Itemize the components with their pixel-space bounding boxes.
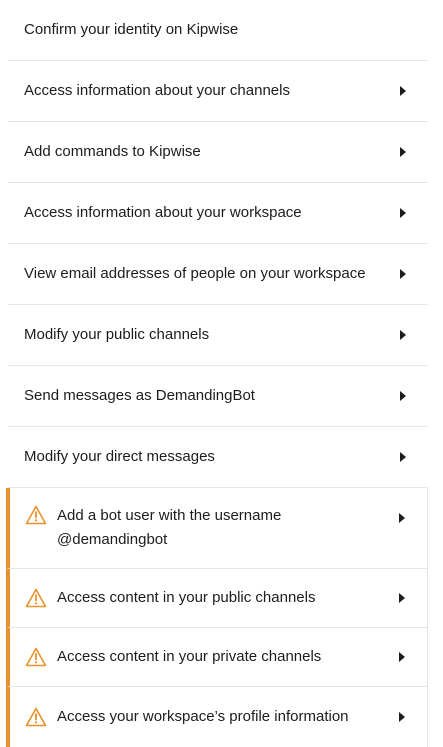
- permission-row-channels-info[interactable]: Access information about your channels: [8, 61, 428, 122]
- caret-right-icon[interactable]: [400, 147, 406, 157]
- permission-row-modify-public[interactable]: Modify your public channels: [8, 305, 428, 366]
- caret-right-icon[interactable]: [400, 452, 406, 462]
- warning-triangle-icon: [25, 588, 47, 608]
- warning-row-private-content[interactable]: Access content in your private channels: [6, 628, 428, 687]
- permission-row-direct-messages[interactable]: Modify your direct messages: [8, 427, 428, 488]
- warning-label: Add a bot user with the username @demand…: [57, 504, 379, 552]
- permission-row-send-messages[interactable]: Send messages as DemandingBot: [8, 366, 428, 427]
- warning-label-line2: @demandingbot: [57, 531, 168, 548]
- warning-row-bot-user[interactable]: Add a bot user with the username @demand…: [6, 488, 428, 569]
- permission-label: Access information about your workspace: [24, 204, 302, 221]
- warning-triangle-icon: [25, 505, 47, 525]
- warning-row-public-content[interactable]: Access content in your public channels: [6, 569, 428, 628]
- permission-row-commands[interactable]: Add commands to Kipwise: [8, 122, 428, 183]
- warning-label: Access your workspace’s profile informat…: [57, 708, 349, 725]
- caret-right-icon[interactable]: [400, 86, 406, 96]
- warning-label: Access content in your private channels: [57, 648, 322, 665]
- caret-right-icon[interactable]: [399, 593, 405, 603]
- warning-label: Access content in your public channels: [57, 589, 316, 606]
- warning-label-line1: Add a bot user with the username: [57, 507, 282, 524]
- caret-right-icon[interactable]: [400, 269, 406, 279]
- identity-row: Confirm your identity on Kipwise: [8, 0, 428, 61]
- permission-label: Access information about your channels: [24, 82, 290, 99]
- caret-right-icon[interactable]: [400, 391, 406, 401]
- caret-right-icon[interactable]: [400, 330, 406, 340]
- permission-label: Modify your public channels: [24, 326, 210, 343]
- warning-triangle-icon: [25, 647, 47, 667]
- identity-label: Confirm your identity on Kipwise: [24, 21, 239, 38]
- permission-label: Modify your direct messages: [24, 448, 215, 465]
- permission-label: Add commands to Kipwise: [24, 143, 201, 160]
- caret-right-icon[interactable]: [399, 652, 405, 662]
- permissions-panel: Confirm your identity on Kipwise Access …: [0, 0, 443, 747]
- warning-triangle-icon: [25, 707, 47, 727]
- caret-right-icon[interactable]: [399, 712, 405, 722]
- warning-row-profile-info[interactable]: Access your workspace’s profile informat…: [6, 687, 428, 747]
- permission-row-emails[interactable]: View email addresses of people on your w…: [8, 244, 428, 305]
- caret-right-icon[interactable]: [399, 513, 405, 523]
- permission-label: Send messages as DemandingBot: [24, 387, 255, 404]
- caret-right-icon[interactable]: [400, 208, 406, 218]
- permission-row-workspace-info[interactable]: Access information about your workspace: [8, 183, 428, 244]
- permission-label: View email addresses of people on your w…: [24, 265, 366, 282]
